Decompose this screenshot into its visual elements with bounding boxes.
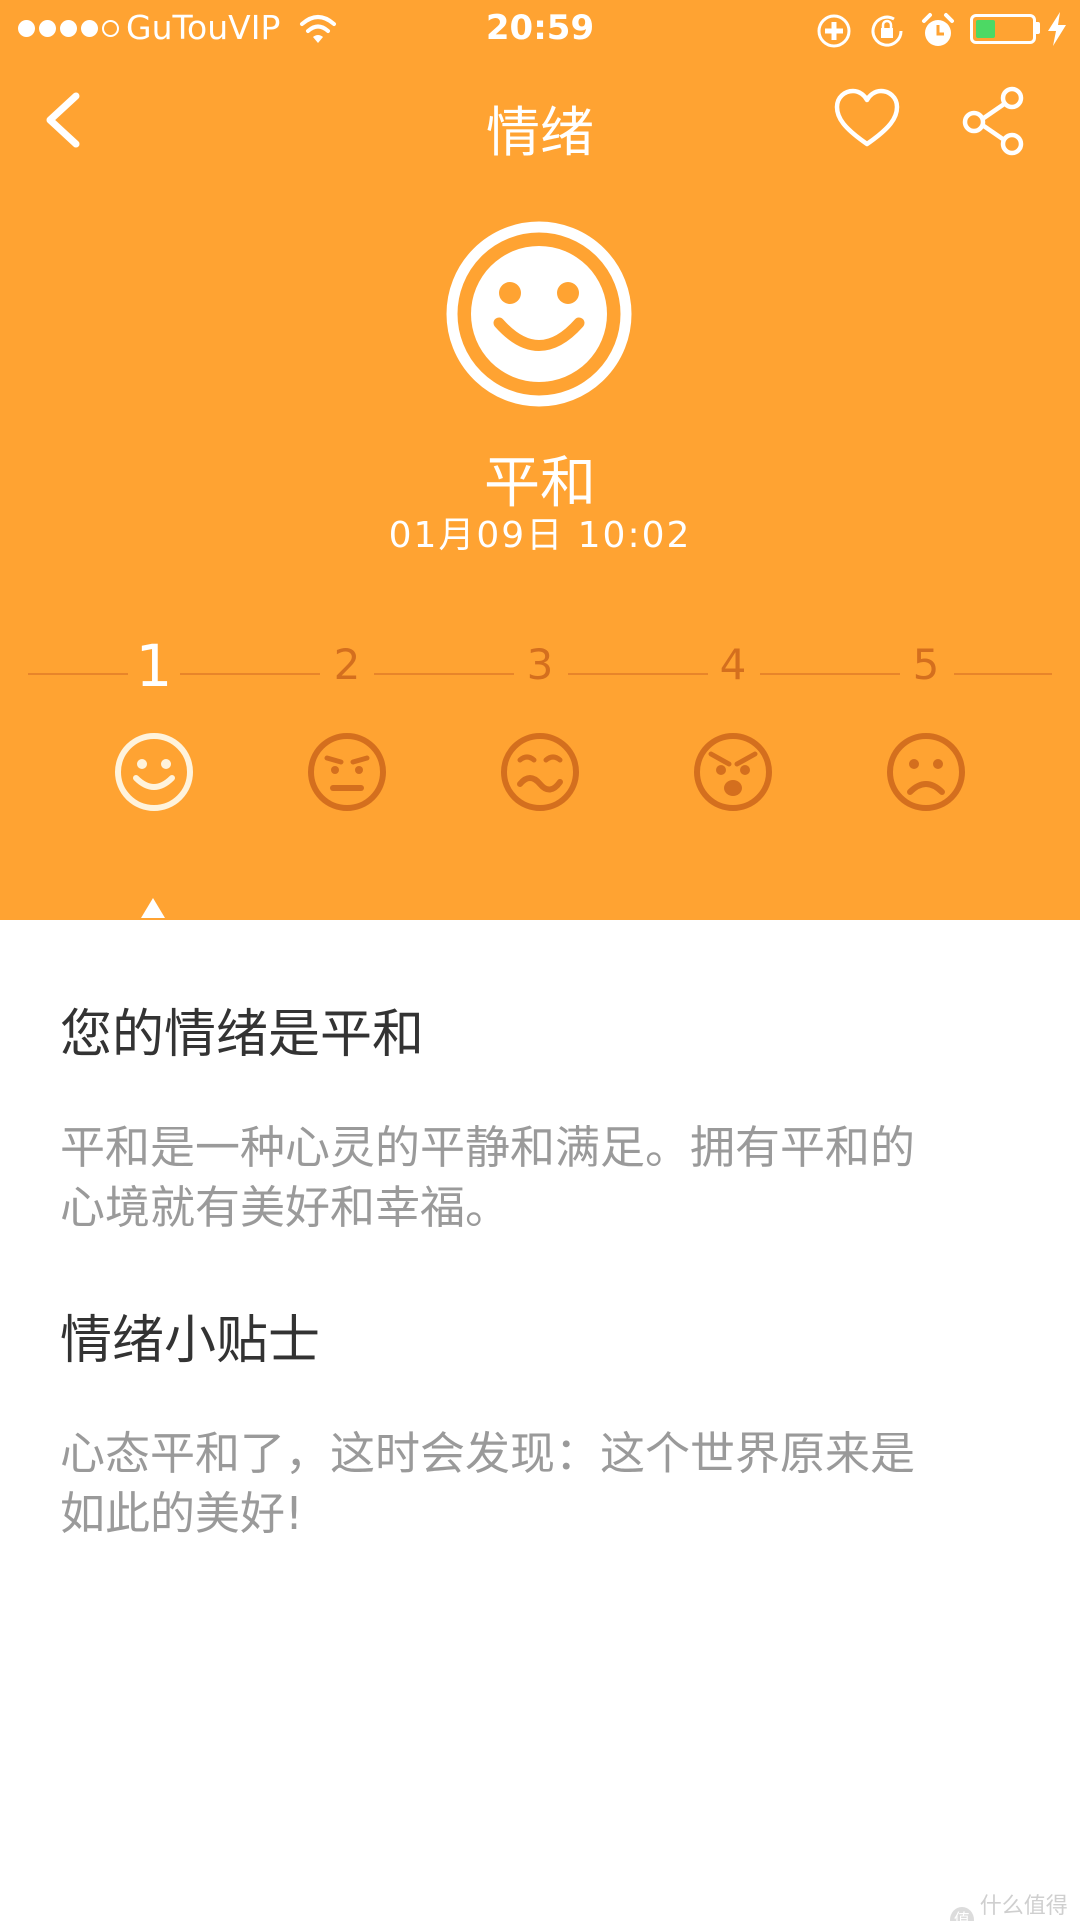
scale-line (180, 673, 320, 675)
scale-line (28, 673, 128, 675)
tips-text: 心态平和了，这时会发现：这个世界原来是 如此的美好! (60, 1424, 1020, 1544)
watermark-badge: 值 (950, 1907, 974, 1921)
status-time: 20:59 (485, 8, 595, 48)
scale-line (568, 673, 708, 675)
mood-description-line: 心境就有美好和幸福。 (60, 1181, 511, 1234)
scale-number-5[interactable]: 5 (886, 640, 966, 689)
watermark: 值 什么值得买 (950, 1888, 1080, 1921)
battery-icon (970, 14, 1036, 44)
watermark-text: 什么值得买 (979, 1894, 1068, 1919)
tips-heading: 情绪小贴士 (60, 1311, 321, 1371)
scale-line (954, 673, 1052, 675)
heart-icon[interactable] (834, 88, 900, 150)
mood-description-line: 平和是一种心灵的平静和满足。拥有平和的 (60, 1121, 916, 1174)
tips-text-line: 如此的美好! (60, 1487, 304, 1540)
mood-description: 平和是一种心灵的平静和满足。拥有平和的 心境就有美好和幸福。 (60, 1118, 1020, 1238)
orientation-lock-icon (871, 15, 903, 47)
scale-number-1[interactable]: 1 (114, 632, 194, 700)
share-icon[interactable] (960, 86, 1026, 156)
page-title: 情绪 (486, 101, 594, 164)
status-bar: GuTouVIP 20:59 (0, 0, 1080, 60)
scale-number-2[interactable]: 2 (307, 640, 387, 689)
mood-timestamp: 01月09日 10:02 (388, 515, 692, 556)
scale-number-4[interactable]: 4 (693, 640, 773, 689)
charging-bolt-icon (1048, 12, 1066, 46)
battery-tip (1036, 22, 1040, 34)
selected-indicator-arrow (141, 898, 165, 918)
confused-face-icon[interactable] (500, 732, 580, 812)
scale-number-3[interactable]: 3 (500, 640, 580, 689)
smile-face-icon[interactable] (114, 732, 194, 812)
scale-line (374, 673, 514, 675)
mood-scale: 1 2 3 4 5 (0, 632, 1080, 700)
smile-face-icon (446, 221, 632, 407)
mood-heading: 您的情绪是平和 (60, 1005, 425, 1065)
rotation-lock-icon (817, 14, 851, 48)
annoyed-face-icon[interactable] (307, 732, 387, 812)
alarm-icon (922, 13, 954, 46)
angry-face-icon[interactable] (693, 732, 773, 812)
battery-level (976, 20, 995, 38)
tips-text-line: 心态平和了，这时会发现：这个世界原来是 (60, 1427, 916, 1480)
sad-face-icon[interactable] (886, 732, 966, 812)
scale-line (760, 673, 900, 675)
